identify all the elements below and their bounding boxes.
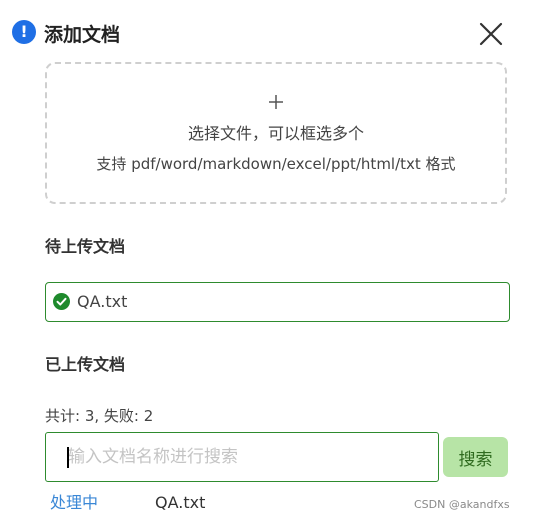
upload-stats: 共计: 3, 失败: 2	[45, 407, 154, 425]
dropzone-hint: 选择文件，可以框选多个	[187, 124, 364, 143]
text-caret	[67, 447, 69, 468]
document-row-status[interactable]: 处理中	[50, 492, 98, 514]
dropzone-formats: 支持 pdf/word/markdown/excel/ppt/html/txt …	[96, 155, 456, 173]
pending-file-item[interactable]: QA.txt	[45, 282, 510, 322]
info-icon-glyph: !	[20, 22, 28, 41]
watermark: CSDN @akandfxs	[414, 498, 510, 511]
document-row-name: QA.txt	[155, 493, 206, 512]
check-circle-icon	[53, 293, 70, 310]
file-dropzone[interactable]: 选择文件，可以框选多个 支持 pdf/word/markdown/excel/p…	[45, 62, 507, 204]
uploaded-section-label: 已上传文档	[45, 355, 126, 374]
dialog-title: 添加文档	[44, 24, 121, 46]
add-document-dialog: ! 添加文档 选择文件，可以框选多个 支持 pdf/word/markdown/…	[0, 0, 536, 520]
close-icon[interactable]	[478, 21, 504, 47]
pending-section-label: 待上传文档	[45, 237, 126, 256]
search-button[interactable]: 搜索	[443, 437, 508, 477]
info-icon: !	[12, 20, 36, 44]
pending-file-name: QA.txt	[77, 292, 128, 311]
plus-icon	[47, 94, 505, 114]
document-search-input[interactable]	[45, 432, 439, 482]
